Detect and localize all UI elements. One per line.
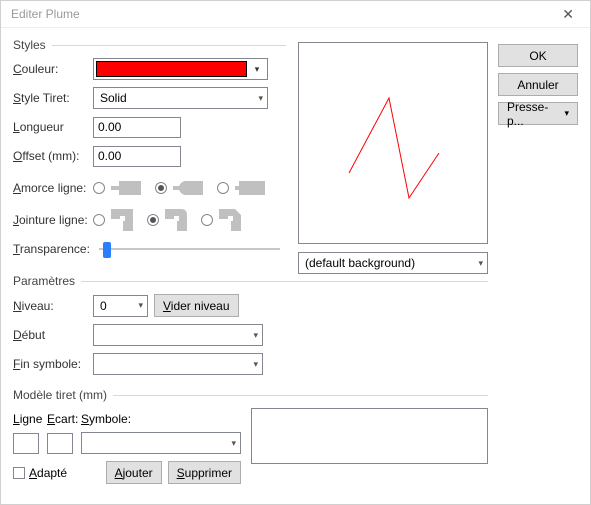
chevron-down-icon: ▾: [231, 438, 236, 449]
cancel-button[interactable]: Annuler: [498, 73, 578, 96]
divider: [52, 45, 286, 46]
background-value: (default background): [305, 256, 415, 270]
level-value: 0: [100, 299, 107, 313]
level-combo[interactable]: 0 ▾: [93, 295, 148, 317]
label-color: Couleur:: [13, 62, 93, 76]
group-params-title: Paramètres: [13, 274, 75, 288]
chevron-down-icon: ▾: [138, 300, 143, 311]
label-line-cap: Amorce ligne:: [13, 181, 93, 195]
label-transparency: Transparence:: [13, 242, 93, 256]
label-line-dash: Ligne: [13, 412, 47, 426]
style-dash-combo[interactable]: Solid ▾: [93, 87, 268, 109]
style-dash-value: Solid: [100, 91, 127, 105]
color-swatch: [96, 61, 247, 77]
cap-radio-flat[interactable]: [93, 182, 105, 194]
cap-square-icon: [235, 181, 265, 195]
chevron-down-icon[interactable]: ▾: [249, 64, 265, 75]
cap-radio-square[interactable]: [217, 182, 229, 194]
offset-input[interactable]: [93, 146, 181, 167]
chevron-down-icon: ▾: [253, 359, 258, 370]
close-icon[interactable]: ✕: [556, 6, 580, 23]
chevron-down-icon: ▾: [564, 108, 569, 119]
color-picker[interactable]: ▾: [93, 58, 268, 80]
join-radio-bevel[interactable]: [201, 214, 213, 226]
join-radio-miter[interactable]: [93, 214, 105, 226]
add-button[interactable]: Ajouter: [106, 461, 162, 484]
join-miter-icon: [111, 209, 133, 231]
chevron-down-icon: ▾: [478, 258, 483, 269]
cap-radio-round[interactable]: [155, 182, 167, 194]
transparency-slider[interactable]: [99, 248, 280, 250]
ok-button[interactable]: OK: [498, 44, 578, 67]
chevron-down-icon: ▾: [253, 330, 258, 341]
label-adapted: Adapté: [29, 466, 67, 480]
label-line-join: Jointure ligne:: [13, 213, 93, 227]
cap-flat-icon: [111, 181, 141, 195]
symbol-dash-combo[interactable]: ▾: [81, 432, 241, 454]
clipboard-button[interactable]: Presse-p...▾: [498, 102, 578, 125]
group-styles-title: Styles: [13, 38, 46, 52]
label-start: Début: [13, 328, 93, 342]
delete-button[interactable]: Supprimer: [168, 461, 241, 484]
chevron-down-icon: ▾: [258, 93, 263, 104]
adapted-checkbox[interactable]: [13, 466, 29, 480]
label-length: Longueur: [13, 120, 93, 134]
start-symbol-combo[interactable]: ▾: [93, 324, 263, 346]
window-title: Editer Plume: [11, 7, 556, 21]
group-dash-model-title: Modèle tiret (mm): [13, 388, 107, 402]
label-offset: Offset (mm):: [13, 149, 93, 163]
join-round-icon: [165, 209, 187, 231]
label-end-symbol: Fin symbole:: [13, 357, 93, 371]
pen-preview: [298, 42, 488, 244]
label-gap-dash: Ecart:: [47, 412, 81, 426]
slider-thumb[interactable]: [103, 242, 111, 258]
join-bevel-icon: [219, 209, 241, 231]
label-symbol-dash: Symbole:: [81, 412, 131, 426]
label-style-dash: Style Tiret:: [13, 91, 93, 105]
titlebar: Editer Plume ✕: [1, 1, 590, 28]
line-dash-input[interactable]: [13, 433, 39, 454]
end-symbol-combo[interactable]: ▾: [93, 353, 263, 375]
join-radio-round[interactable]: [147, 214, 159, 226]
reset-level-button[interactable]: Vider niveau: [154, 294, 239, 317]
background-combo[interactable]: (default background) ▾: [298, 252, 488, 274]
length-input[interactable]: [93, 117, 181, 138]
gap-dash-input[interactable]: [47, 433, 73, 454]
cap-round-icon: [173, 181, 203, 195]
divider: [113, 395, 488, 396]
divider: [81, 281, 488, 282]
label-level: Niveau:: [13, 299, 93, 313]
dash-preview: [251, 408, 488, 464]
